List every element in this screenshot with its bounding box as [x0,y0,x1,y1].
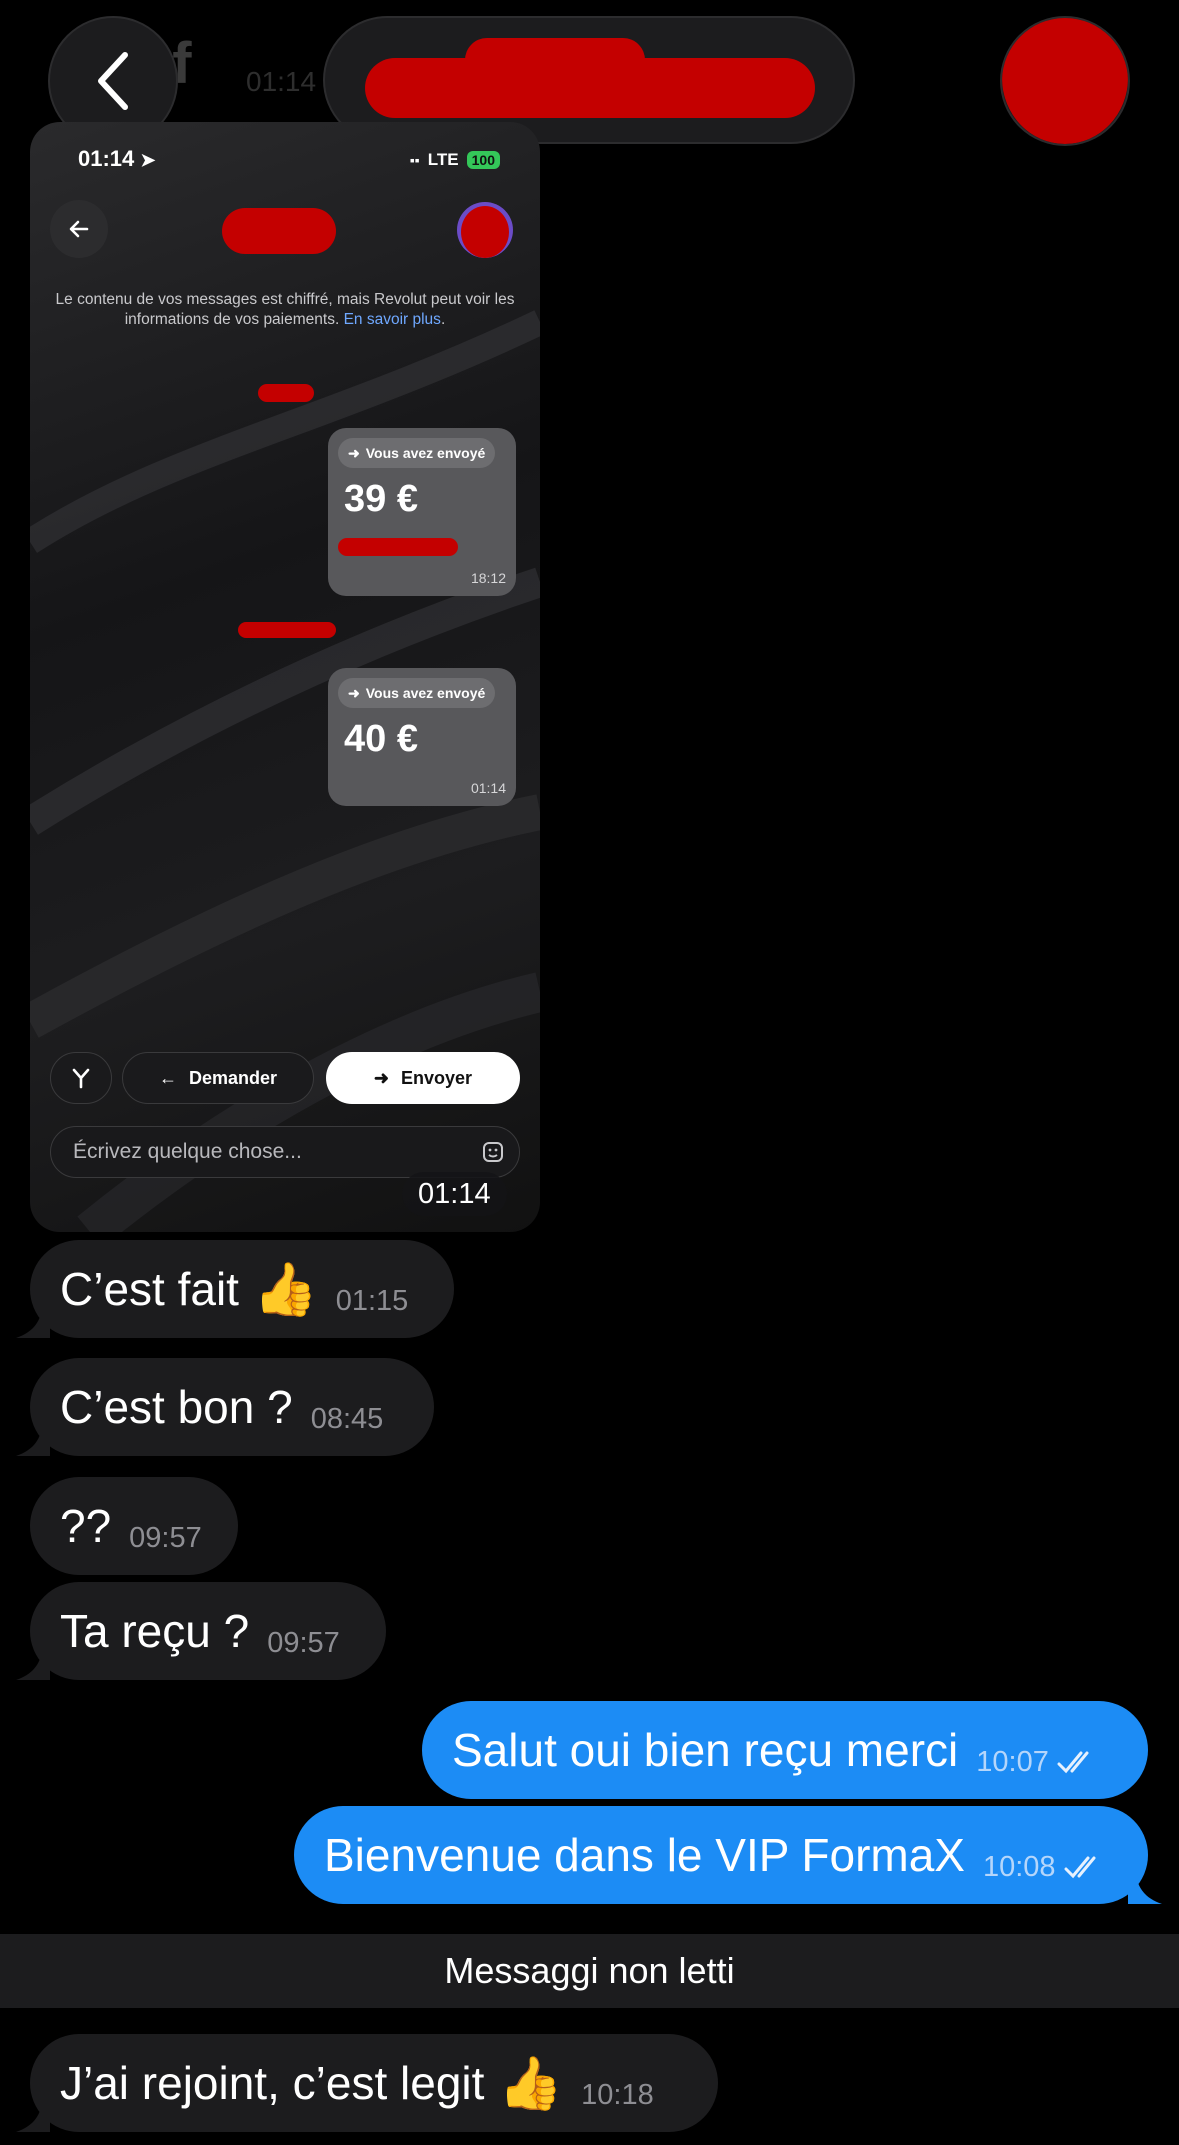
bubble-tail [16,1422,50,1456]
message-time: 08:45 [310,1402,384,1435]
unread-messages-divider: Messaggi non letti [0,1934,1179,2008]
read-receipt-icon [1064,1855,1104,1879]
incoming-message[interactable]: C’est bon ? 08:45 [30,1358,434,1456]
request-button: ← Demander [122,1052,314,1104]
payment-amount: 39 € [344,478,418,520]
embedded-message-input: Écrivez quelque chose... [50,1126,520,1178]
message-text: C’est fait [60,1263,239,1315]
embedded-status-indicators: ▪▪ LTE 100 [410,150,500,170]
photo-timestamp: 01:14 [402,1172,507,1216]
payment-bubble: ➜ Vous avez envoyé 39 € 18:12 [328,428,516,596]
embedded-back-button [50,200,108,258]
redacted-payment-note [338,538,458,556]
thumbs-up-icon: 👍 [252,1260,318,1319]
message-text: ?? [60,1500,112,1552]
arrow-right-icon: ➜ [373,1067,390,1088]
message-text: Ta reçu ? [60,1605,250,1657]
chevron-left-icon [98,52,128,110]
message-time: 01:15 [335,1284,409,1317]
encryption-notice: Le contenu de vos messages est chiffré, … [55,291,515,328]
message-time: 09:57 [129,1521,202,1554]
payment-time: 18:12 [470,570,506,586]
redacted-avatar [1002,18,1128,144]
incoming-message[interactable]: J’ai rejoint, c’est legit 👍 10:18 [30,2034,718,2132]
arrow-right-icon: ➜ [348,684,360,701]
redacted-label [258,384,314,402]
redacted-contact-name [465,38,645,82]
message-text: C’est bon ? [60,1381,293,1433]
battery-indicator: 100 [466,151,500,169]
header-ghost-time: 01:14 [246,66,317,97]
contact-avatar[interactable] [1000,16,1130,146]
bubble-tail [16,1646,50,1680]
redacted-embedded-name [222,208,336,254]
payment-amount: 40 € [344,718,418,760]
embedded-status-time: 01:14 ➤ [78,146,156,171]
location-arrow-icon: ➤ [140,150,156,170]
sent-chip: ➜ Vous avez envoyé [338,438,496,468]
message-text: Bienvenue dans le VIP FormaX [324,1829,965,1881]
sticker-icon [483,1142,503,1162]
message-text: J’ai rejoint, c’est legit [60,2057,485,2109]
incoming-message[interactable]: Ta reçu ? 09:57 [30,1582,386,1680]
redacted-embedded-avatar [461,206,509,258]
message-time: 10:08 [982,1850,1056,1883]
outgoing-message[interactable]: Salut oui bien reçu merci 10:07 [422,1701,1148,1799]
incoming-message[interactable]: C’est fait 👍 01:15 [30,1240,454,1338]
send-button: ➜ Envoyer [326,1052,520,1104]
sent-chip: ➜ Vous avez envoyé [338,678,496,708]
arrow-left-icon: ← [158,1067,177,1088]
bubble-tail [1128,1870,1162,1904]
input-placeholder: Écrivez quelque chose... [73,1140,302,1163]
bubble-tail [16,1304,50,1338]
arrow-right-icon: ➜ [348,444,360,461]
message-text: Salut oui bien reçu merci [452,1724,959,1776]
redacted-label [238,622,336,638]
arrow-left-icon [69,220,89,238]
message-time: 10:18 [581,2078,654,2111]
incoming-message[interactable]: ?? 09:57 [30,1477,238,1575]
outgoing-message[interactable]: Bienvenue dans le VIP FormaX 10:08 [294,1806,1148,1904]
split-icon [72,1068,90,1089]
embedded-avatar [457,202,513,258]
split-button [50,1052,112,1104]
network-label: LTE [427,150,459,169]
read-receipt-icon [1057,1750,1097,1774]
message-time: 10:07 [976,1745,1049,1778]
payment-time: 01:14 [470,780,506,796]
shared-screenshot[interactable]: 01:14 ➤ ▪▪ LTE 100 Le contenu de vos mes… [30,122,540,1232]
learn-more-link: En savoir plus [343,311,441,328]
signal-icon: ▪▪ [409,152,420,168]
message-time: 09:57 [267,1626,340,1659]
payment-bubble: ➜ Vous avez envoyé 40 € 01:14 [328,668,516,806]
thumbs-up-icon: 👍 [498,2054,564,2113]
bubble-tail [16,2098,50,2132]
